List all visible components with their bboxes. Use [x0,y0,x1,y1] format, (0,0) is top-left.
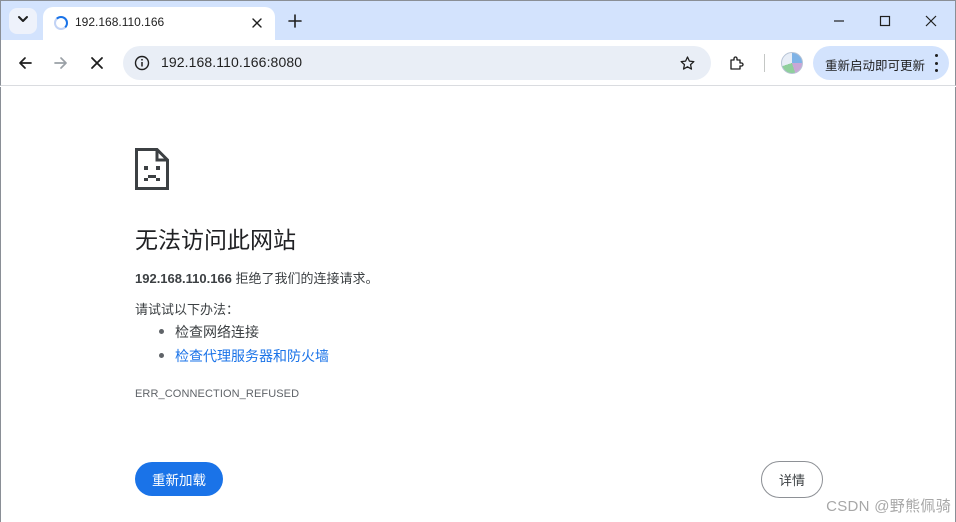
address-bar[interactable]: 192.168.110.166:8080 [123,46,711,80]
close-icon [91,57,103,69]
profile-avatar[interactable] [781,52,803,74]
suggestion-check-proxy-link[interactable]: 检查代理服务器和防火墙 [175,346,329,366]
bullet-icon [159,329,164,334]
suggestions-heading: 请试试以下办法： [135,302,240,317]
error-host: 192.168.110.166 [135,271,232,286]
reload-button[interactable]: 重新加载 [135,462,223,496]
loading-spinner-icon [54,16,68,30]
tab-search-button[interactable] [9,8,37,34]
minimize-button[interactable] [817,5,861,37]
info-icon [134,55,150,71]
toolbar: 192.168.110.166:8080 重新启动即可更新 [0,40,956,86]
url-text[interactable]: 192.168.110.166:8080 [161,54,302,70]
tab-close-button[interactable] [247,13,267,33]
extensions-button[interactable] [723,49,751,77]
new-tab-button[interactable] [283,9,307,33]
close-icon [252,18,262,28]
stop-loading-button[interactable] [81,47,113,79]
tab-active[interactable]: 192.168.110.166 [43,7,275,41]
forward-button[interactable] [45,47,77,79]
more-menu-icon[interactable] [933,54,939,72]
error-code: ERR_CONNECTION_REFUSED [135,388,300,400]
bookmark-star-button[interactable] [677,53,697,73]
watermark: CSDN @野熊佩骑 [826,498,951,515]
details-button[interactable]: 详情 [761,461,823,498]
tab-strip: 192.168.110.166 [0,0,956,41]
error-summary: 192.168.110.166 拒绝了我们的连接请求。 [135,268,379,287]
suggestion-check-network: 检查网络连接 [175,324,259,340]
minimize-icon [834,20,844,22]
error-title: 无法访问此网站 [135,227,296,253]
sad-document-icon [134,147,170,196]
window-close-button[interactable] [909,5,953,37]
error-page: 无法访问此网站 192.168.110.166 拒绝了我们的连接请求。 请试试以… [0,87,956,522]
star-icon [679,55,695,70]
error-summary-text: 拒绝了我们的连接请求。 [231,271,379,286]
chevron-down-icon [17,12,29,30]
puzzle-icon [730,56,744,70]
arrow-right-icon [54,57,67,69]
update-label: 重新启动即可更新 [825,59,926,73]
toolbar-divider [764,54,765,72]
bullet-icon [159,353,164,358]
maximize-button[interactable] [863,5,907,37]
site-info-button[interactable] [131,52,153,74]
back-button[interactable] [9,47,41,79]
arrow-left-icon [19,57,32,69]
maximize-icon [879,15,891,27]
update-chrome-button[interactable]: 重新启动即可更新 [813,46,949,80]
tab-title: 192.168.110.166 [75,15,165,29]
close-icon [925,15,937,27]
plus-icon [288,14,302,28]
